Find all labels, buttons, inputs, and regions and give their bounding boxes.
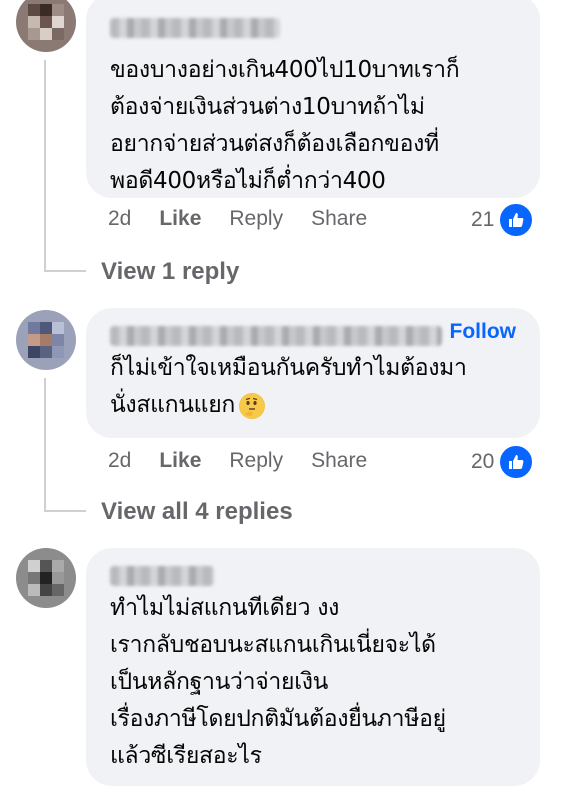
timestamp[interactable]: 2d (108, 207, 131, 231)
comment-bubble: Follow ก็ไม่เข้าใจเหมือนกันครับทำไมต้องม… (86, 308, 540, 438)
comment-actions: 2d Like Reply Share (108, 449, 395, 473)
comment-bubble: ทำไมไม่สแกนทีเดียว งง เรากลับชอบนะสแกนเก… (86, 548, 540, 786)
like-button[interactable]: Like (159, 449, 201, 473)
timestamp[interactable]: 2d (108, 449, 131, 473)
avatar[interactable] (16, 310, 76, 370)
thinking-face-icon (239, 392, 265, 419)
author-name-redacted[interactable] (110, 18, 280, 38)
share-button[interactable]: Share (311, 207, 367, 231)
comment-bubble: ของบางอย่างเกิน400ไป10บาทเราก็ ต้องจ่ายเ… (86, 0, 540, 198)
reply-button[interactable]: Reply (229, 207, 283, 231)
thumbs-up-icon (498, 444, 535, 480)
comment-text: ก็ไม่เข้าใจเหมือนกันครับทำไมต้องมา นั่งส… (110, 350, 516, 424)
comment-text: ทำไมไม่สแกนทีเดียว งง เรากลับชอบนะสแกนเก… (110, 595, 446, 769)
thread-line (44, 270, 86, 272)
thumbs-up-icon (498, 202, 535, 238)
view-replies-link[interactable]: View all 4 replies (101, 498, 293, 526)
reaction-summary[interactable]: 20 (471, 444, 535, 480)
thread-line (44, 510, 86, 512)
reply-button[interactable]: Reply (229, 449, 283, 473)
comment-actions: 2d Like Reply Share (108, 207, 395, 231)
avatar[interactable] (16, 0, 76, 52)
follow-button[interactable]: Follow (450, 320, 517, 344)
comment-text: ของบางอย่างเกิน400ไป10บาทเราก็ ต้องจ่ายเ… (110, 57, 460, 194)
reaction-count: 21 (471, 208, 495, 231)
author-name-redacted[interactable] (110, 566, 214, 586)
thread-line (44, 60, 46, 272)
like-button[interactable]: Like (159, 207, 201, 231)
reaction-count: 20 (471, 450, 495, 473)
avatar[interactable] (16, 548, 76, 608)
thread-line (44, 378, 46, 512)
view-replies-link[interactable]: View 1 reply (101, 258, 239, 286)
comment-text-line: ก็ไม่เข้าใจเหมือนกันครับทำไมต้องมา นั่งส… (110, 355, 467, 418)
author-name-redacted[interactable] (110, 326, 442, 346)
reaction-summary[interactable]: 21 (471, 202, 535, 238)
share-button[interactable]: Share (311, 449, 367, 473)
